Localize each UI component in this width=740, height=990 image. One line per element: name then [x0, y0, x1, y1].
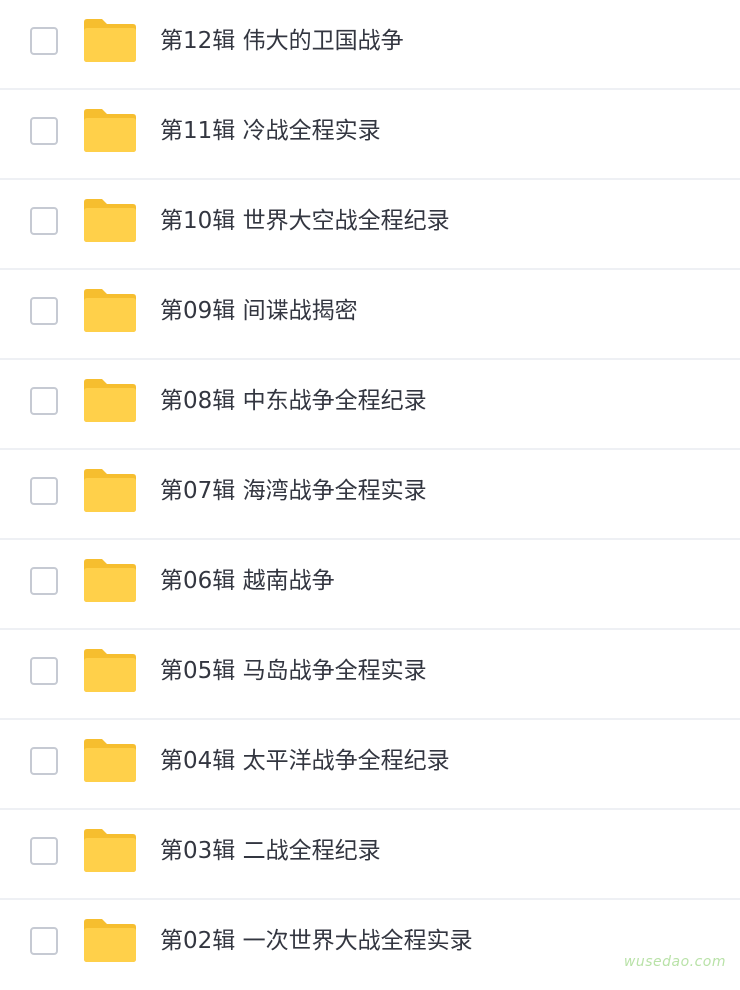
folder-icon: [83, 468, 137, 513]
folder-icon: [83, 918, 137, 963]
folder-icon: [83, 108, 137, 153]
select-checkbox[interactable]: [30, 567, 58, 595]
file-row[interactable]: 第10辑 世界大空战全程纪录: [0, 180, 740, 270]
file-row[interactable]: 第02辑 一次世界大战全程实录: [0, 900, 740, 990]
folder-name[interactable]: 第07辑 海湾战争全程实录: [160, 474, 427, 508]
folder-name[interactable]: 第12辑 伟大的卫国战争: [160, 24, 404, 58]
folder-icon: [83, 828, 137, 873]
folder-name[interactable]: 第10辑 世界大空战全程纪录: [160, 204, 450, 238]
select-checkbox[interactable]: [30, 477, 58, 505]
file-row[interactable]: 第08辑 中东战争全程纪录: [0, 360, 740, 450]
folder-name[interactable]: 第06辑 越南战争: [160, 564, 335, 598]
folder-name[interactable]: 第08辑 中东战争全程纪录: [160, 384, 427, 418]
folder-icon: [83, 18, 137, 63]
watermark: wusedao.com: [623, 954, 726, 970]
folder-name[interactable]: 第05辑 马岛战争全程实录: [160, 654, 427, 688]
select-checkbox[interactable]: [30, 657, 58, 685]
folder-icon: [83, 288, 137, 333]
select-checkbox[interactable]: [30, 837, 58, 865]
select-checkbox[interactable]: [30, 927, 58, 955]
file-row[interactable]: 第06辑 越南战争: [0, 540, 740, 630]
folder-icon: [83, 648, 137, 693]
file-row[interactable]: 第09辑 间谍战揭密: [0, 270, 740, 360]
folder-name[interactable]: 第03辑 二战全程纪录: [160, 834, 381, 868]
select-checkbox[interactable]: [30, 747, 58, 775]
select-checkbox[interactable]: [30, 387, 58, 415]
select-checkbox[interactable]: [30, 207, 58, 235]
folder-name[interactable]: 第04辑 太平洋战争全程纪录: [160, 744, 450, 778]
folder-icon: [83, 198, 137, 243]
file-row[interactable]: 第03辑 二战全程纪录: [0, 810, 740, 900]
file-row[interactable]: 第07辑 海湾战争全程实录: [0, 450, 740, 540]
file-row[interactable]: 第11辑 冷战全程实录: [0, 90, 740, 180]
select-checkbox[interactable]: [30, 297, 58, 325]
folder-icon: [83, 558, 137, 603]
file-row[interactable]: 第04辑 太平洋战争全程纪录: [0, 720, 740, 810]
folder-icon: [83, 378, 137, 423]
file-row[interactable]: 第12辑 伟大的卫国战争: [0, 0, 740, 90]
folder-name[interactable]: 第02辑 一次世界大战全程实录: [160, 924, 473, 958]
select-checkbox[interactable]: [30, 117, 58, 145]
file-list: 第12辑 伟大的卫国战争 第11辑 冷战全程实录 第10辑 世界大空战全程纪录 …: [0, 0, 740, 990]
select-checkbox[interactable]: [30, 27, 58, 55]
file-row[interactable]: 第05辑 马岛战争全程实录: [0, 630, 740, 720]
folder-name[interactable]: 第09辑 间谍战揭密: [160, 294, 358, 328]
folder-icon: [83, 738, 137, 783]
folder-name[interactable]: 第11辑 冷战全程实录: [160, 114, 381, 148]
